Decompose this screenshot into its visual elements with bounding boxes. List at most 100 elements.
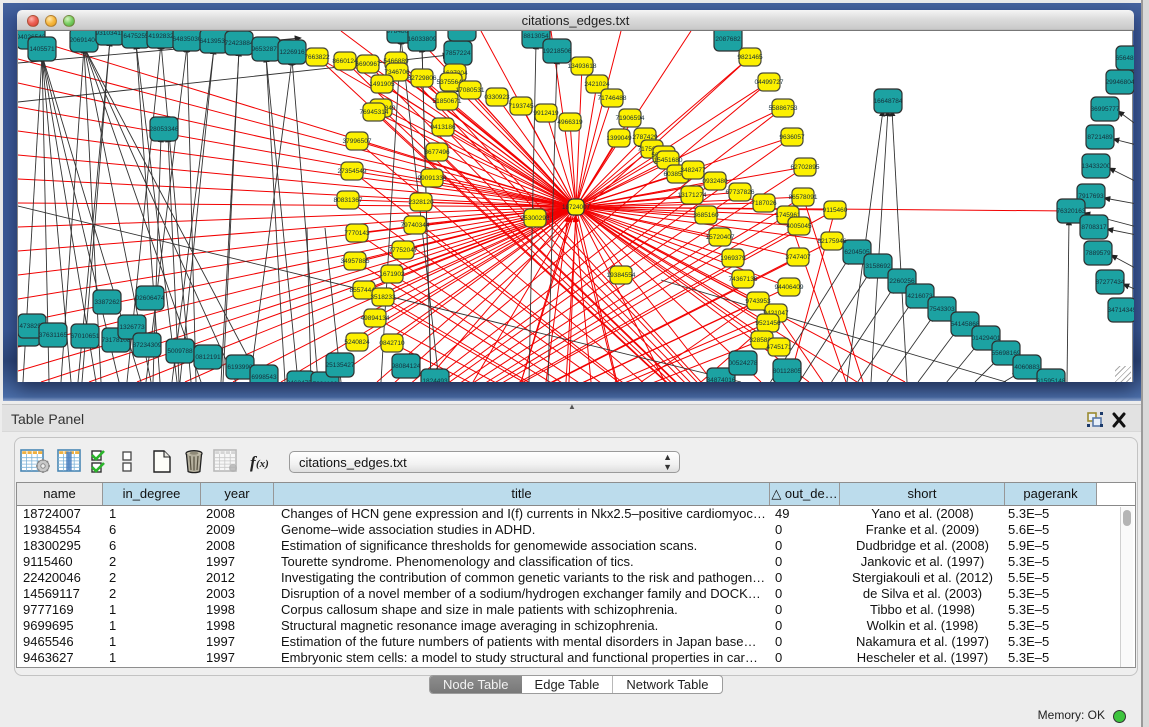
svg-text:72423884: 72423884 [225,40,254,47]
svg-text:6193990: 6193990 [227,364,253,371]
svg-text:00524278: 00524278 [729,360,758,367]
svg-text:17080531: 17080531 [456,87,485,94]
svg-text:1326773: 1326773 [119,324,145,331]
svg-text:0812191: 0812191 [195,354,221,361]
svg-text:7770143: 7770143 [344,230,370,237]
svg-text:82175946: 82175946 [818,238,847,245]
svg-text:0330923: 0330923 [484,94,510,101]
svg-text:7187026: 7187026 [751,200,777,207]
svg-text:5240824: 5240824 [344,339,370,346]
svg-text:98084124: 98084124 [392,363,421,370]
svg-text:74367136: 74367136 [729,276,758,283]
svg-text:34714345: 34714345 [1108,307,1134,314]
svg-text:62729806: 62729806 [408,75,437,82]
svg-text:13433200: 13433200 [1082,163,1111,170]
svg-text:9821465: 9821465 [737,54,763,61]
svg-text:4745171: 4745171 [766,344,792,351]
svg-text:3387262: 3387262 [94,299,120,306]
svg-text:4005045: 4005045 [786,223,812,230]
svg-text:7543303: 7543303 [929,306,955,313]
svg-text:61595148: 61595148 [1037,378,1066,382]
svg-text:7991183: 7991183 [313,381,338,382]
svg-text:28809570: 28809570 [448,31,477,33]
svg-text:1405571: 1405571 [29,46,55,53]
svg-text:62702895: 62702895 [791,164,820,171]
svg-text:13493618: 13493618 [568,63,597,70]
svg-text:3158692: 3158692 [865,263,891,270]
svg-text:9413186: 9413186 [430,124,456,131]
svg-text:37631165: 37631165 [39,332,68,339]
svg-text:1399049: 1399049 [606,135,632,142]
svg-text:37996507: 37996507 [343,138,372,145]
svg-text:1969379: 1969379 [720,255,746,262]
svg-text:3747407: 3747407 [785,254,811,261]
svg-text:1226916: 1226916 [279,49,305,56]
svg-text:8660124: 8660124 [332,58,358,65]
svg-text:55886753: 55886753 [769,105,798,112]
svg-text:49894134: 49894134 [361,315,390,322]
svg-text:87277434: 87277434 [1096,279,1125,286]
svg-text:67737826: 67737826 [726,189,755,196]
svg-text:15451680: 15451680 [654,157,683,164]
svg-text:3518233: 3518233 [370,294,396,301]
svg-text:76320163: 76320163 [1057,208,1086,215]
svg-text:77752047: 77752047 [389,247,418,254]
svg-text:27354549: 27354549 [338,168,367,175]
svg-text:34874016: 34874016 [707,377,736,382]
svg-text:7663822: 7663822 [304,54,330,61]
svg-text:7193745: 7193745 [508,103,534,110]
svg-text:19218506: 19218506 [543,48,572,55]
svg-text:65648236: 65648236 [1116,55,1134,62]
svg-text:80831367: 80831367 [334,197,363,204]
svg-text:71746488: 71746488 [598,95,627,102]
svg-text:1671902: 1671902 [379,271,405,278]
svg-text:51850671: 51850671 [433,98,462,105]
svg-text:20691406: 20691406 [70,37,99,44]
svg-text:2328120: 2328120 [408,199,434,206]
svg-text:25135427: 25135427 [326,362,355,369]
svg-text:9521456: 9521456 [755,320,781,327]
svg-text:2421024: 2421024 [584,81,610,88]
svg-text:87234309: 87234309 [133,342,162,349]
svg-text:0932480: 0932480 [702,178,728,185]
svg-text:19384554: 19384554 [607,272,636,279]
svg-text:8708317: 8708317 [1081,224,1107,231]
svg-text:2087682: 2087682 [715,36,741,43]
svg-text:8721489: 8721489 [1087,134,1113,141]
svg-text:04499727: 04499727 [755,79,784,86]
svg-text:94406409: 94406409 [775,284,804,291]
svg-text:34957885: 34957885 [341,258,370,265]
svg-text:9636057: 9636057 [779,134,805,141]
svg-text:71906594: 71906594 [616,115,645,122]
svg-text:5009788: 5009788 [167,348,193,355]
svg-text:28053346: 28053346 [150,126,179,133]
svg-text:6690967: 6690967 [355,61,381,68]
svg-text:29946804: 29946804 [1106,79,1134,86]
svg-text:36995777: 36995777 [1091,106,1120,113]
svg-text:9115460: 9115460 [823,207,848,214]
svg-text:3482477: 3482477 [680,167,706,174]
svg-text:96532871: 96532871 [252,46,281,53]
svg-text:80112805: 80112805 [773,368,802,375]
svg-text:8677496: 8677496 [424,149,450,156]
svg-text:0842710: 0842710 [379,340,405,347]
svg-text:16033809: 16033809 [408,36,437,43]
svg-text:93103413: 93103413 [96,31,125,37]
svg-text:4966319: 4966319 [557,119,583,126]
svg-text:6998543: 6998543 [251,374,277,381]
svg-text:15720407: 15720407 [706,234,735,241]
svg-text:13171274: 13171274 [678,192,707,199]
svg-text:76945314: 76945314 [360,109,389,116]
svg-text:7857224: 7857224 [445,50,471,57]
svg-text:9912419: 9912419 [533,110,559,117]
svg-text:64835030: 64835030 [173,36,202,43]
svg-text:67010651: 67010651 [71,333,100,340]
svg-text:(x): (x) [256,458,269,470]
svg-text:02606474: 02606474 [136,295,165,302]
svg-text:1824493: 1824493 [422,378,448,382]
svg-text:99091334: 99091334 [418,175,447,182]
svg-text:1491905: 1491905 [369,81,395,88]
svg-text:79740344: 79740344 [401,222,430,229]
svg-text:18724007: 18724007 [562,204,591,211]
svg-text:3685160: 3685160 [693,212,719,219]
